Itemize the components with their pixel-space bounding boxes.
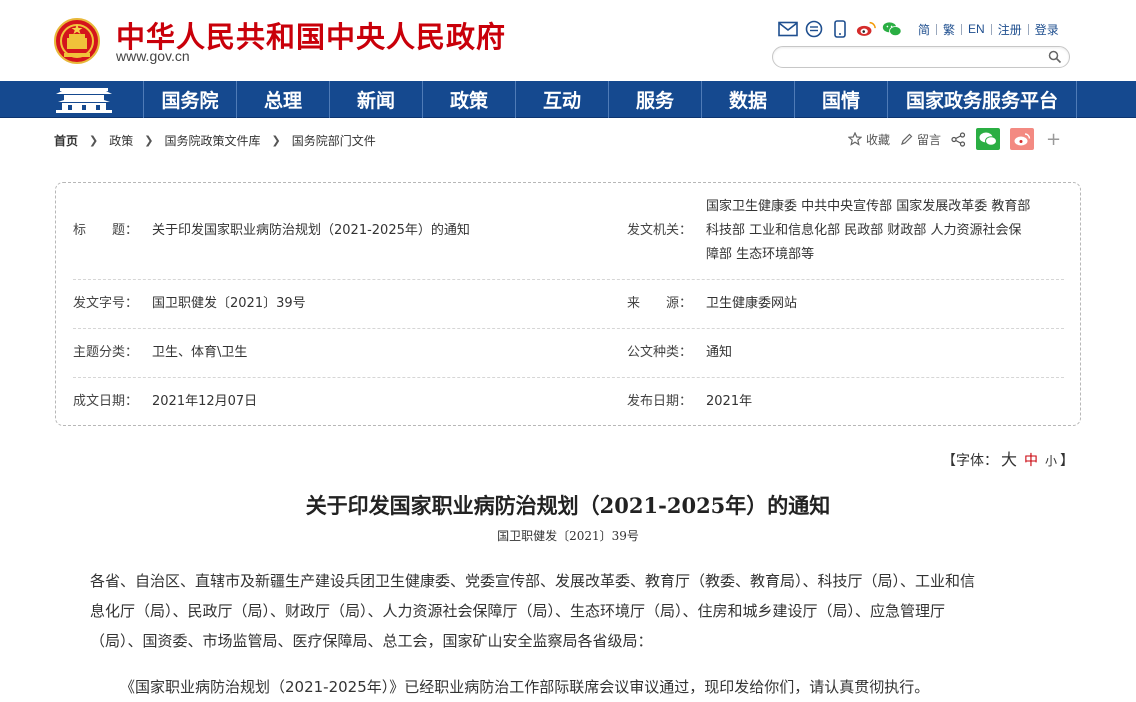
- topic-value: 卫生、体育\卫生: [152, 345, 248, 360]
- publish-date-value: 2021年: [706, 394, 753, 409]
- written-date-label: 成文日期：: [73, 394, 139, 409]
- paragraph-line: 各省、自治区、直辖市及新疆生产建设兵团卫生健康委、党委宣传部、发展改革委、教育厅…: [90, 572, 976, 590]
- font-size-selector: 【字体： 大 中 小 】: [942, 446, 1074, 470]
- site-header: 中华人民共和国中央人民政府 www.gov.cn 简 繁 EN 注册 登录: [0, 0, 1136, 81]
- info-row: 主题分类： 卫生、体育\卫生 公文种类： 通知: [73, 329, 1064, 378]
- pencil-icon: [901, 133, 913, 145]
- more-share-button[interactable]: +: [1046, 129, 1061, 150]
- issuer-line: 国家卫生健康委 中共中央宣传部 国家发展改革委 教育部: [706, 199, 1031, 214]
- weibo-share-icon[interactable]: [1010, 128, 1035, 150]
- nav-item-interaction[interactable]: 互动: [515, 81, 608, 118]
- issuer-line: 科技部 工业和信息化部 民政部 财政部 人力资源社会保: [706, 223, 1022, 238]
- nav-item-premier[interactable]: 总理: [236, 81, 329, 118]
- mail-icon[interactable]: [778, 19, 798, 39]
- nav-items: 国务院 总理 新闻 政策 互动 服务 数据 国情 国家政务服务平台: [143, 81, 1077, 118]
- favorite-label: 收藏: [866, 132, 891, 147]
- chat-icon[interactable]: [804, 19, 824, 39]
- chevron-right-icon: ❯: [89, 133, 99, 147]
- issuer-label: 发文机关：: [627, 223, 693, 238]
- register-link[interactable]: 注册: [992, 21, 1028, 38]
- wechat-icon[interactable]: [882, 19, 902, 39]
- share-button[interactable]: [951, 131, 966, 147]
- chevron-right-icon: ❯: [271, 133, 281, 147]
- doc-type-value: 通知: [706, 345, 733, 360]
- site-url[interactable]: www.gov.cn: [116, 48, 190, 64]
- mobile-icon[interactable]: [830, 19, 850, 39]
- search-icon[interactable]: [1048, 50, 1062, 64]
- font-size-prefix: 【字体：: [942, 453, 998, 469]
- info-row: 成文日期： 2021年12月07日 发布日期： 2021年: [73, 378, 1064, 427]
- publish-date-label: 发布日期：: [627, 394, 693, 409]
- font-size-large-button[interactable]: 大: [1001, 446, 1017, 470]
- document-info-table: 标 题： 关于印发国家职业病防治规划（2021-2025年）的通知 发文机关： …: [55, 182, 1081, 426]
- main-nav: 国务院 总理 新闻 政策 互动 服务 数据 国情 国家政务服务平台: [0, 81, 1136, 118]
- nav-item-services[interactable]: 服务: [608, 81, 701, 118]
- nav-item-state-council[interactable]: 国务院: [143, 81, 236, 118]
- article-doc-number: 国卫职健发〔2021〕39号: [497, 529, 639, 543]
- wechat-share-icon[interactable]: [976, 128, 1001, 150]
- issuer-line: 障部 生态环境部等: [706, 247, 815, 262]
- breadcrumb: 首页 ❯ 政策 ❯ 国务院政策文件库 ❯ 国务院部门文件: [54, 132, 376, 148]
- comment-button[interactable]: 留言: [900, 131, 941, 148]
- topic-label: 主题分类：: [73, 345, 139, 360]
- doc-type-label: 公文种类：: [627, 345, 693, 360]
- docno-value: 国卫职健发〔2021〕39号: [152, 296, 306, 311]
- national-emblem-icon[interactable]: [54, 18, 100, 64]
- top-links: 简 繁 EN 注册 登录: [778, 18, 1065, 40]
- paragraph-line: 息化厅（局）、民政厅（局）、财政厅（局）、人力资源社会保障厅（局）、生态环境厅（…: [90, 602, 946, 620]
- comment-label: 留言: [917, 132, 942, 147]
- info-row: 发文字号： 国卫职健发〔2021〕39号 来 源： 卫生健康委网站: [73, 280, 1064, 329]
- source-value: 卫生健康委网站: [706, 296, 798, 311]
- english-link[interactable]: EN: [962, 22, 991, 36]
- font-size-suffix: 】: [1060, 453, 1075, 469]
- share-icon: [951, 131, 966, 147]
- page-tools: 收藏 留言 +: [848, 127, 1071, 151]
- favorite-button[interactable]: 收藏: [848, 131, 890, 148]
- traditional-chinese-link[interactable]: 繁: [937, 21, 961, 38]
- breadcrumb-policy[interactable]: 政策: [109, 132, 133, 149]
- nav-item-data[interactable]: 数据: [701, 81, 794, 118]
- font-size-small-button[interactable]: 小: [1045, 452, 1057, 469]
- star-icon: [848, 132, 862, 146]
- tiananmen-logo-icon[interactable]: [54, 86, 114, 114]
- source-label: 来 源：: [627, 296, 693, 311]
- issuer-value: 国家卫生健康委 中共中央宣传部 国家发展改革委 教育部 科技部 工业和信息化部 …: [706, 195, 1030, 267]
- article-title: 关于印发国家职业病防治规划（2021-2025年）的通知: [305, 493, 831, 518]
- nav-item-gov-service-platform[interactable]: 国家政务服务平台: [887, 81, 1077, 118]
- search-box: [772, 46, 1070, 68]
- nav-item-policy[interactable]: 政策: [422, 81, 515, 118]
- docno-label: 发文字号：: [73, 296, 139, 311]
- article-paragraph: 各省、自治区、直辖市及新疆生产建设兵团卫生健康委、党委宣传部、发展改革委、教育厅…: [90, 566, 1056, 656]
- article-paragraph: 《国家职业病防治规划（2021-2025年）》已经职业病防治工作部际联席会议审议…: [120, 678, 930, 696]
- nav-item-national-info[interactable]: 国情: [794, 81, 887, 118]
- paragraph-line: （局）、国资委、市场监管局、医疗保障局、总工会，国家矿山安全监察局各省级局：: [90, 632, 653, 650]
- nav-item-news[interactable]: 新闻: [329, 81, 422, 118]
- written-date-value: 2021年12月07日: [152, 394, 258, 409]
- login-link[interactable]: 登录: [1029, 21, 1065, 38]
- breadcrumb-home[interactable]: 首页: [54, 132, 78, 149]
- simplified-chinese-link[interactable]: 简: [912, 21, 936, 38]
- plus-icon: +: [1046, 128, 1062, 150]
- breadcrumb-department-docs[interactable]: 国务院部门文件: [292, 132, 376, 149]
- title-value: 关于印发国家职业病防治规划（2021-2025年）的通知: [152, 223, 470, 238]
- weibo-icon[interactable]: [856, 19, 876, 39]
- info-row: 标 题： 关于印发国家职业病防治规划（2021-2025年）的通知 发文机关： …: [73, 183, 1064, 280]
- breadcrumb-policy-library[interactable]: 国务院政策文件库: [164, 132, 260, 149]
- title-label: 标 题：: [73, 223, 139, 238]
- search-input[interactable]: [783, 48, 1053, 68]
- chevron-right-icon: ❯: [144, 133, 154, 147]
- font-size-medium-button[interactable]: 中: [1024, 450, 1038, 470]
